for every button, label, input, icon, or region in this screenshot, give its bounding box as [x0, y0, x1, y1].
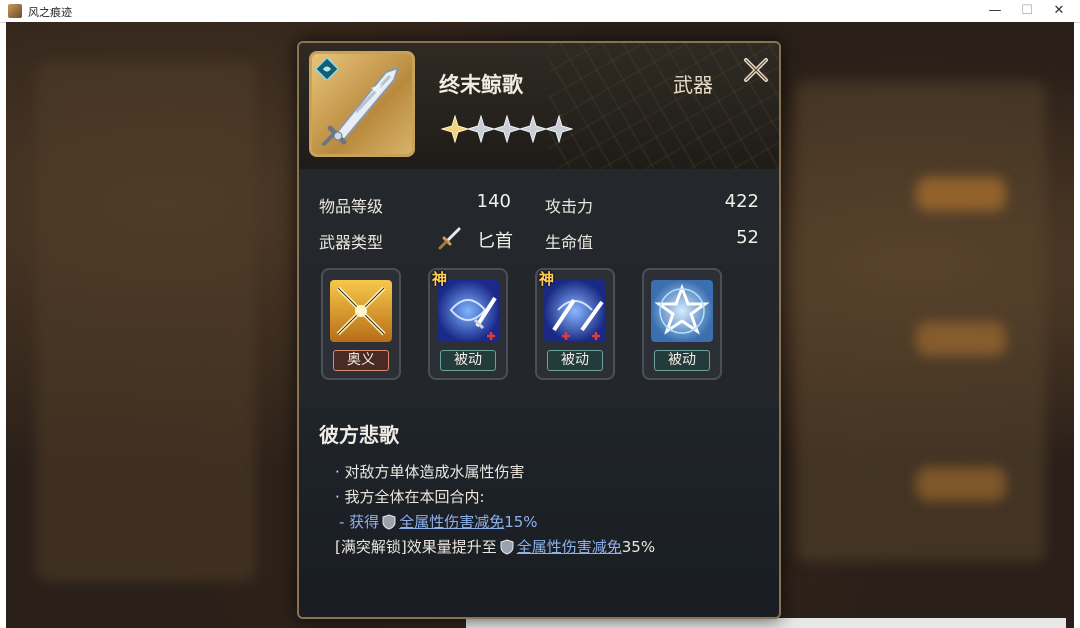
background-blur: [916, 467, 1006, 501]
background-blur: [916, 322, 1006, 356]
item-level-value: 140: [476, 191, 511, 212]
star-filled-icon: [441, 115, 469, 143]
skill-description: 彼方悲歌 · 对敌方单体造成水属性伤害 · 我方全体在本回合内: - 获得全属性…: [299, 407, 779, 617]
attack-value: 422: [724, 191, 759, 212]
description-line-2: · 我方全体在本回合内:: [335, 488, 485, 506]
twin-swords-icon: [544, 280, 606, 342]
background-blur: [916, 177, 1006, 211]
damage-reduction-link[interactable]: 全属性伤害减免: [399, 513, 504, 531]
background-strip: [466, 618, 1066, 628]
weapon-type-label: 武器类型: [319, 233, 384, 252]
skill-slot-passive-3[interactable]: 被动: [642, 268, 722, 380]
maximize-button[interactable]: ☐: [1012, 2, 1042, 20]
skill-tag: 被动: [547, 350, 603, 371]
divine-mark: 神: [539, 270, 555, 288]
hp-value: 52: [736, 227, 759, 248]
limit-break-value: 35%: [621, 538, 656, 556]
attack-label: 攻击力: [545, 197, 594, 216]
star-empty-icon: [545, 115, 573, 143]
shield-icon: [382, 514, 396, 530]
item-stats: 物品等级 140 攻击力 422 武器类型 匕首 生命值 52: [299, 169, 779, 263]
star-empty-icon: [467, 115, 495, 143]
crossed-swords-icon: [330, 280, 392, 342]
item-icon-frame: [309, 51, 415, 157]
skill-list: 奥义 神 被动 神 被动 被动: [299, 263, 779, 407]
minimize-button[interactable]: —: [980, 2, 1010, 20]
hp-label: 生命值: [545, 233, 594, 252]
weapon-type-value: 匕首: [477, 231, 513, 252]
panel-header: 终末鲸歌 武器: [299, 43, 779, 169]
buff-value: 15%: [504, 513, 538, 531]
divine-mark: 神: [432, 270, 448, 288]
water-element-icon: [316, 58, 338, 80]
item-type: 武器: [673, 73, 713, 97]
buff-prefix: - 获得: [339, 513, 380, 531]
window-titlebar: 风之痕迹 — ☐ ✕: [0, 0, 1080, 23]
skill-tag: 被动: [440, 350, 496, 371]
star-rating: [441, 115, 581, 145]
damage-reduction-link[interactable]: 全属性伤害减免: [517, 538, 622, 556]
app-icon: [8, 4, 22, 18]
dagger-icon: [438, 227, 461, 250]
skill-name: 彼方悲歌: [319, 423, 399, 447]
item-detail-panel: 终末鲸歌 武器 物品等级 140 攻击力 422 武器类型 匕首 生命值 52 …: [297, 41, 781, 619]
close-icon[interactable]: [739, 53, 773, 87]
item-name: 终末鲸歌: [439, 73, 523, 97]
star-shield-icon: [651, 280, 713, 342]
skill-slot-ultimate[interactable]: 奥义: [321, 268, 401, 380]
description-line-1: · 对敌方单体造成水属性伤害: [335, 463, 525, 481]
water-vortex-sword-icon: [437, 280, 499, 342]
shield-icon: [500, 539, 514, 555]
description-line-3: - 获得 全属性伤害减免15%: [339, 511, 538, 532]
skill-slot-passive-2[interactable]: 神 被动: [535, 268, 615, 380]
window-title: 风之痕迹: [28, 6, 72, 19]
background-blur: [36, 62, 256, 582]
window-close-button[interactable]: ✕: [1044, 2, 1074, 20]
star-empty-icon: [519, 115, 547, 143]
item-level-label: 物品等级: [319, 197, 384, 216]
limit-break-text: [满突解锁]效果量提升至: [335, 538, 497, 556]
description-line-4: [满突解锁]效果量提升至 全属性伤害减免35%: [335, 536, 655, 557]
skill-tag: 奥义: [333, 350, 389, 371]
skill-tag: 被动: [654, 350, 710, 371]
star-empty-icon: [493, 115, 521, 143]
skill-slot-passive-1[interactable]: 神 被动: [428, 268, 508, 380]
